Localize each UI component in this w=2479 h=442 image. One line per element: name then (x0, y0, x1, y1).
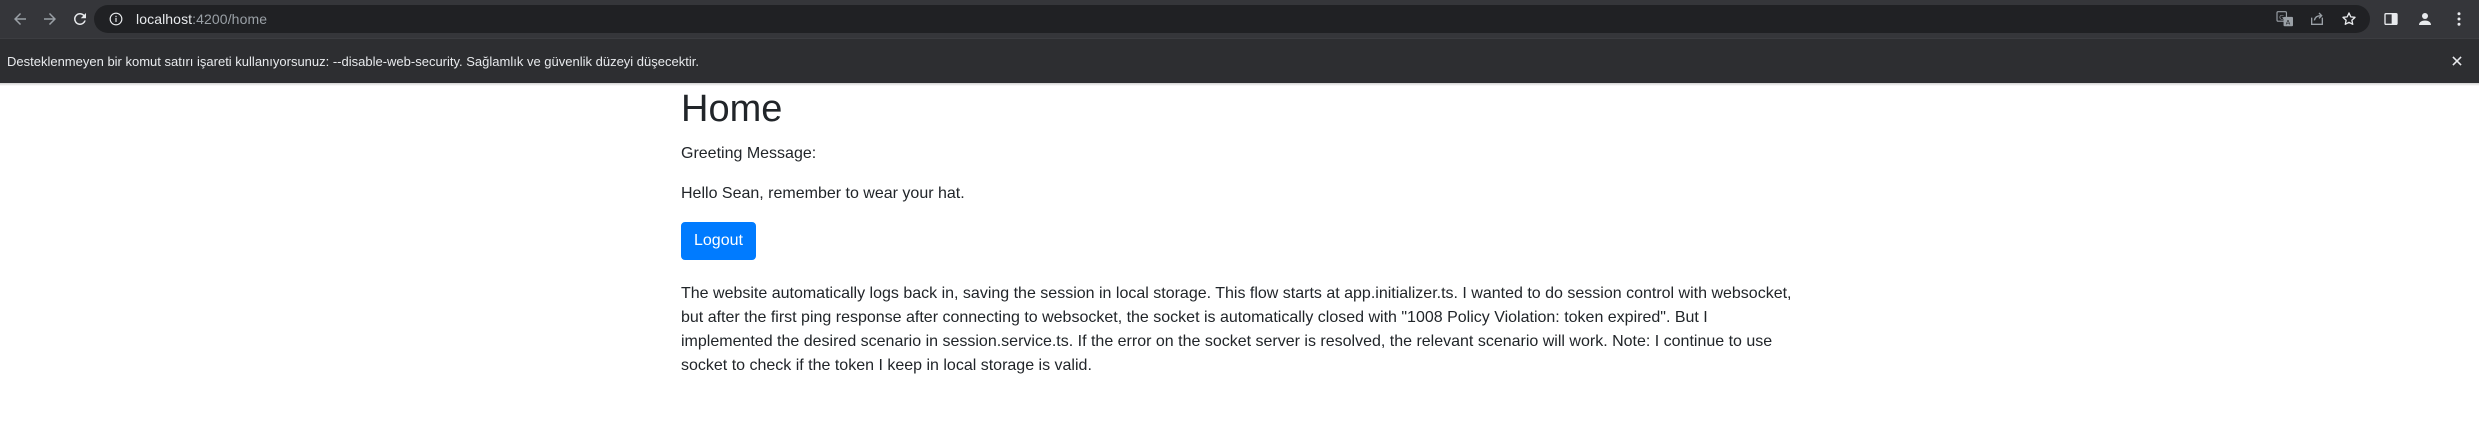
svg-text:A: A (2286, 18, 2291, 26)
address-bar[interactable]: localhost:4200/home GA (94, 5, 2370, 33)
forward-button[interactable] (36, 5, 64, 33)
url-host: localhost (136, 11, 193, 27)
url-path: :4200/home (192, 11, 268, 27)
arrow-right-icon (44, 13, 56, 25)
info-icon (109, 12, 123, 26)
menu-button[interactable] (2445, 5, 2473, 33)
reload-button[interactable] (66, 5, 94, 33)
browser-toolbar: localhost:4200/home GA (0, 0, 2479, 38)
share-icon (2311, 12, 2323, 25)
description-text: The website automatically logs back in, … (681, 285, 1792, 374)
kebab-menu-icon (2457, 12, 2461, 26)
bookmark-button[interactable] (2338, 9, 2360, 29)
arrow-left-icon (14, 13, 26, 25)
reload-icon (73, 12, 86, 25)
infobar-message: Desteklenmeyen bir komut satırı işareti … (7, 53, 699, 69)
back-button[interactable] (6, 5, 34, 33)
url-text[interactable]: localhost:4200/home (136, 11, 267, 27)
profile-icon (2419, 13, 2431, 25)
infobar-close-button[interactable] (2447, 51, 2467, 71)
logout-button[interactable]: Logout (681, 222, 756, 260)
svg-text:G: G (2279, 13, 2284, 21)
greeting-message: Hello Sean, remember to wear your hat. (681, 185, 965, 202)
site-info-button[interactable] (108, 11, 124, 27)
translate-button[interactable]: GA (2274, 9, 2296, 29)
page-title: Home (681, 88, 783, 130)
greeting-label: Greeting Message: (681, 145, 817, 162)
close-icon (2452, 56, 2462, 66)
side-panel-icon (2384, 13, 2398, 25)
profile-button[interactable] (2411, 5, 2439, 33)
share-button[interactable] (2306, 9, 2328, 29)
omnibox-actions: GA (2274, 9, 2360, 29)
side-panel-button[interactable] (2377, 5, 2405, 33)
toolbar-actions (2377, 5, 2473, 33)
page-content: Home Greeting Message: Hello Sean, remem… (681, 86, 1801, 378)
warning-infobar: Desteklenmeyen bir komut satırı işareti … (0, 38, 2479, 83)
translate-icon: GA (2276, 11, 2293, 26)
star-icon (2342, 12, 2356, 25)
